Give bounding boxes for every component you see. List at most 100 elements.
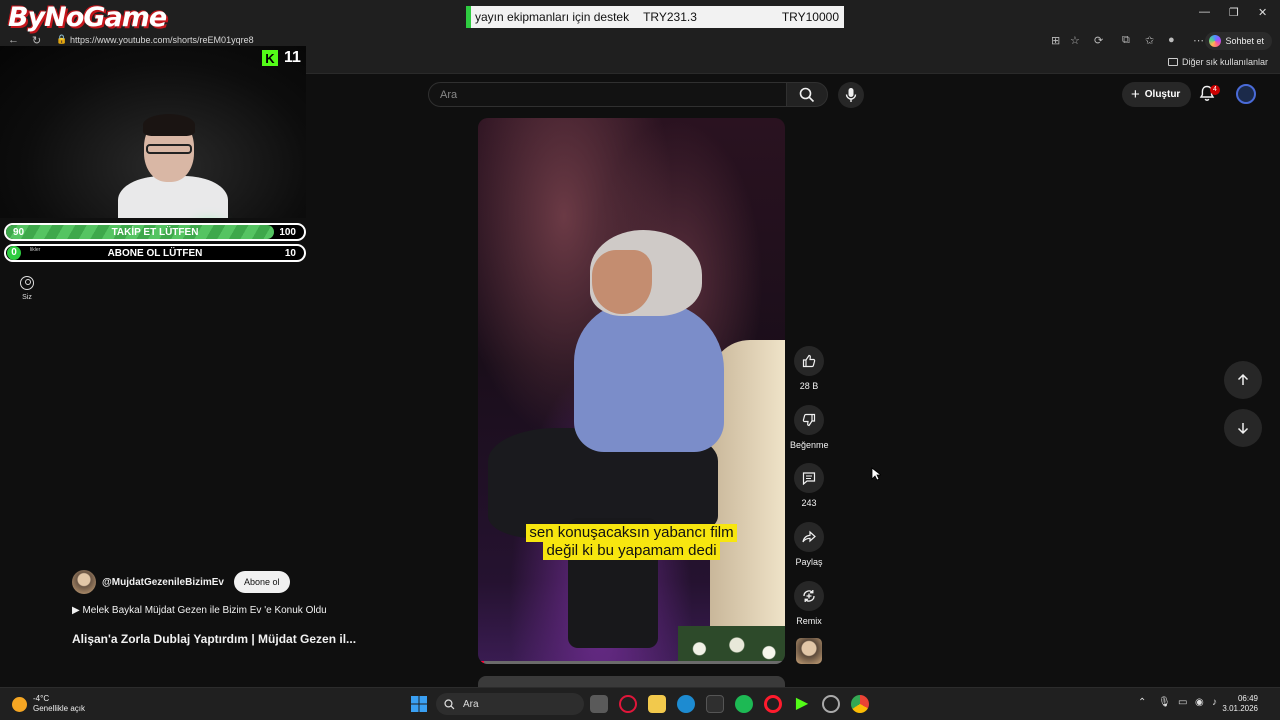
remix-button[interactable]: Remix xyxy=(790,581,828,626)
sidebar-item-label: Siz xyxy=(22,294,32,301)
video-flowers xyxy=(678,626,785,664)
stream-logo: ByNoGame xyxy=(8,2,167,33)
opera-icon[interactable] xyxy=(764,695,782,713)
kick-viewer-count: K 11 xyxy=(262,48,301,68)
playlist-label: Melek Baykal Müjdat Gezen ile Bizim Ev '… xyxy=(82,605,327,616)
ticker-accent xyxy=(466,6,471,28)
shorts-video-player[interactable]: sen konuşacaksın yabancı film değil ki b… xyxy=(478,118,785,664)
account-avatar[interactable] xyxy=(1236,84,1256,104)
clock-time: 06:49 xyxy=(1237,694,1258,703)
channel-handle[interactable]: @MujdatGezenileBizimEv xyxy=(102,577,224,588)
streamer-body xyxy=(118,176,228,218)
tray-chevron-icon[interactable]: ⌃ xyxy=(1138,697,1146,708)
kick-icon: K xyxy=(262,50,278,66)
dislike-button[interactable]: Beğenme xyxy=(790,405,829,450)
ticker-text: yayın ekipmanları için destek xyxy=(475,10,630,24)
copilot-label: Sohbet et xyxy=(1225,36,1264,46)
channel-avatar[interactable] xyxy=(72,570,96,594)
next-short-button[interactable] xyxy=(1224,409,1262,447)
subscribe-button[interactable]: Abone ol xyxy=(234,571,290,593)
like-button[interactable]: 28 B xyxy=(790,346,828,391)
voice-search-button[interactable] xyxy=(838,82,864,108)
spotify-icon[interactable] xyxy=(735,695,753,713)
minimize-icon[interactable]: — xyxy=(1199,6,1210,18)
streamer-hair xyxy=(143,114,195,136)
plus-icon: + xyxy=(1131,86,1140,103)
windows-start-icon[interactable] xyxy=(411,696,427,712)
channel-row: @MujdatGezenileBizimEv Abone ol xyxy=(72,570,290,594)
video-title[interactable]: Alişan'a Zorla Dublaj Yaptırdım | Müjdat… xyxy=(72,632,356,646)
favorite-star-icon[interactable]: ☆ xyxy=(1070,34,1080,47)
search-icon xyxy=(799,87,815,102)
share-button[interactable]: Paylaş xyxy=(790,522,828,567)
settings-icon[interactable] xyxy=(822,695,840,713)
goal-label: ABONE OL LÜTFEN xyxy=(107,248,203,259)
taskbar-search-label: Ara xyxy=(463,698,479,710)
search-input[interactable]: Ara xyxy=(428,82,788,107)
arrow-down-icon xyxy=(1237,423,1249,435)
playlist-link[interactable]: ▶ Melek Baykal Müjdat Gezen ile Bizim Ev… xyxy=(72,605,327,616)
notification-badge: 4 xyxy=(1210,85,1220,95)
ticker-amount-current: TRY231.3 xyxy=(643,10,697,24)
streamer-glasses xyxy=(146,144,192,154)
arrow-up-icon xyxy=(1237,373,1249,385)
tray-display-icon[interactable]: ▭ xyxy=(1178,697,1187,708)
channel-avatar-button[interactable] xyxy=(796,638,822,664)
ticker-amount-goal: TRY10000 xyxy=(781,10,839,24)
video-progress-bar[interactable] xyxy=(478,661,785,664)
lock-icon: 🔒 xyxy=(56,34,68,44)
taskbar-search[interactable]: Ara xyxy=(436,693,584,715)
url-field[interactable]: https://www.youtube.com/shorts/reEM01yqr… xyxy=(70,35,254,45)
copilot-icon xyxy=(1209,35,1222,47)
weather-widget[interactable]: -4°C Genellikle açık xyxy=(12,694,85,714)
tray-network-icon[interactable]: ◉ xyxy=(1195,697,1204,708)
file-explorer-icon[interactable] xyxy=(648,695,666,713)
tray-mic-icon[interactable]: 🎙 xyxy=(1158,697,1171,708)
folder-icon xyxy=(1167,58,1178,66)
app-icon[interactable]: ⊞ xyxy=(1051,34,1060,47)
weather-icon xyxy=(12,696,27,712)
video-person-face xyxy=(592,250,652,314)
copilot-button[interactable]: Sohbet et xyxy=(1205,32,1272,50)
temperature: -4°C xyxy=(33,694,50,703)
maximize-icon[interactable]: ❐ xyxy=(1229,6,1239,19)
play-icon: ▶ xyxy=(72,605,83,616)
search-button[interactable] xyxy=(786,82,828,107)
video-person-shirt xyxy=(574,302,724,452)
goal-target: 10 xyxy=(284,248,296,259)
taskbar-clock[interactable]: 06:49 3.01.2026 xyxy=(1222,694,1258,714)
kick-app-icon[interactable]: ▶ xyxy=(793,695,811,713)
donation-ticker: yayın ekipmanları için destek TRY231.3 T… xyxy=(466,6,844,28)
goal-target: 100 xyxy=(279,227,296,238)
create-button[interactable]: + Oluştur xyxy=(1122,82,1192,107)
favorites-icon[interactable]: ✩ xyxy=(1145,34,1154,47)
goal-label: TAKİP ET LÜTFEN xyxy=(111,227,199,238)
sidebar-item-you[interactable]: Siz xyxy=(14,276,40,301)
viewer-count: 11 xyxy=(284,49,301,66)
task-view-icon[interactable] xyxy=(590,695,608,713)
profile-icon[interactable]: ● xyxy=(1168,34,1175,46)
person-icon xyxy=(20,276,34,290)
close-icon[interactable]: ✕ xyxy=(1258,6,1267,19)
search-icon xyxy=(444,698,455,709)
store-icon[interactable] xyxy=(706,695,724,713)
more-icon[interactable]: ⋯ xyxy=(1193,34,1204,47)
comment-icon xyxy=(802,472,816,485)
bookmarks-folder[interactable]: Diğer sık kullanılanlar xyxy=(1167,57,1268,67)
edge-icon[interactable] xyxy=(677,695,695,713)
share-label: Paylaş xyxy=(795,557,823,567)
back-icon[interactable]: ← xyxy=(8,34,19,46)
clock-date: 3.01.2026 xyxy=(1222,704,1258,713)
weather-description: Genellikle açık xyxy=(33,704,86,713)
thumbs-down-icon xyxy=(802,413,816,427)
extensions-icon[interactable]: ⟳ xyxy=(1094,34,1103,47)
video-subtitle: sen konuşacaksın yabancı film değil ki b… xyxy=(478,524,785,560)
chrome-icon[interactable] xyxy=(851,695,869,713)
previous-short-button[interactable] xyxy=(1224,361,1262,399)
like-count: 28 B xyxy=(799,381,819,391)
tray-volume-icon[interactable]: ♪ xyxy=(1212,697,1217,708)
comments-button[interactable]: 243 xyxy=(790,463,828,508)
split-screen-icon[interactable]: ⧉ xyxy=(1122,34,1130,47)
subtitle-line-1: sen konuşacaksın yabancı film xyxy=(526,524,737,542)
opera-gx-icon[interactable] xyxy=(619,695,637,713)
